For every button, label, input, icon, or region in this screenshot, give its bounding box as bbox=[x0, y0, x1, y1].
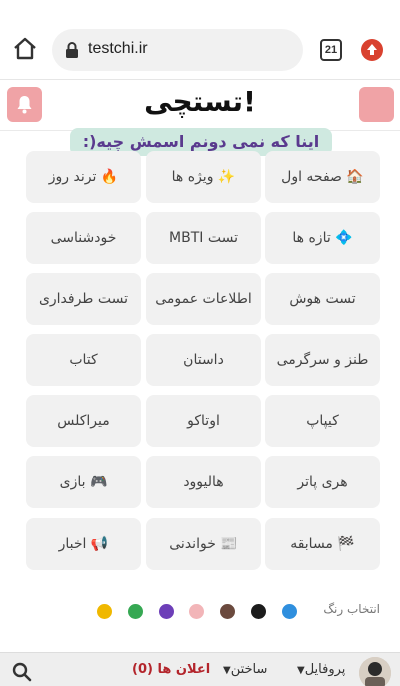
category-competition[interactable]: 🏁 مسابقه bbox=[265, 518, 380, 570]
category-general-knowledge[interactable]: اطلاعات عمومی bbox=[146, 273, 261, 325]
category-games[interactable]: 🎮 بازی bbox=[26, 456, 141, 508]
notifications-button[interactable] bbox=[7, 87, 42, 122]
site-header: تستچی! bbox=[0, 81, 400, 131]
home-icon[interactable] bbox=[12, 36, 38, 62]
category-featured[interactable]: ✨ ویژه ها bbox=[146, 151, 261, 203]
category-new[interactable]: 💠 تازه ها bbox=[265, 212, 380, 264]
color-swatch-pink[interactable] bbox=[189, 604, 204, 619]
profile-label: پروفایل bbox=[304, 662, 346, 677]
lock-icon bbox=[64, 41, 80, 59]
color-picker-label: انتخاب رنگ bbox=[323, 602, 380, 616]
chevron-down-icon: ▼ bbox=[223, 665, 231, 676]
category-iq[interactable]: تست هوش bbox=[265, 273, 380, 325]
chevron-down-icon: ▼ bbox=[297, 665, 305, 676]
color-swatch-purple[interactable] bbox=[159, 604, 174, 619]
category-trending[interactable]: 🔥 ترند روز bbox=[26, 151, 141, 203]
category-home[interactable]: 🏠 صفحه اول bbox=[265, 151, 380, 203]
ads-link[interactable]: اعلان ها (0) bbox=[132, 662, 210, 677]
color-swatch-yellow[interactable] bbox=[97, 604, 112, 619]
color-swatch-brown[interactable] bbox=[220, 604, 235, 619]
category-humor[interactable]: طنز و سرگرمی bbox=[265, 334, 380, 386]
category-news[interactable]: 📢 اخبار bbox=[26, 518, 141, 570]
category-self-knowledge[interactable]: خودشناسی bbox=[26, 212, 141, 264]
color-swatch-black[interactable] bbox=[251, 604, 266, 619]
category-otaku[interactable]: اوتاکو bbox=[146, 395, 261, 447]
tabs-count-button[interactable]: 21 bbox=[320, 39, 342, 61]
update-icon[interactable] bbox=[361, 39, 383, 61]
profile-menu[interactable]: پروفایل▼ bbox=[294, 662, 345, 677]
category-miraculous[interactable]: میراکلس bbox=[26, 395, 141, 447]
url-text: testchi.ir bbox=[88, 40, 148, 57]
category-fandom[interactable]: تست طرفداری bbox=[26, 273, 141, 325]
category-mbti[interactable]: تست MBTI bbox=[146, 212, 261, 264]
search-icon[interactable] bbox=[8, 658, 36, 686]
bottom-toolbar: اعلان ها (0) ساختن▼ پروفایل▼ bbox=[0, 652, 400, 686]
build-menu[interactable]: ساختن▼ bbox=[220, 662, 267, 677]
color-swatch-blue[interactable] bbox=[282, 604, 297, 619]
bell-icon bbox=[17, 96, 32, 114]
category-readings[interactable]: 📰 خواندنی bbox=[146, 518, 261, 570]
category-harry-potter[interactable]: هری پاتر bbox=[265, 456, 380, 508]
site-logo[interactable]: تستچی! bbox=[140, 83, 260, 121]
browser-toolbar: testchi.ir 21 bbox=[0, 0, 400, 80]
category-hollywood[interactable]: هالیوود bbox=[146, 456, 261, 508]
color-swatch-green[interactable] bbox=[128, 604, 143, 619]
category-book[interactable]: کتاب bbox=[26, 334, 141, 386]
menu-button[interactable] bbox=[359, 87, 394, 122]
category-kpop[interactable]: کیپاپ bbox=[265, 395, 380, 447]
address-bar[interactable]: testchi.ir bbox=[52, 29, 303, 71]
avatar[interactable] bbox=[359, 657, 391, 686]
build-label: ساختن bbox=[230, 662, 268, 677]
category-story[interactable]: داستان bbox=[146, 334, 261, 386]
